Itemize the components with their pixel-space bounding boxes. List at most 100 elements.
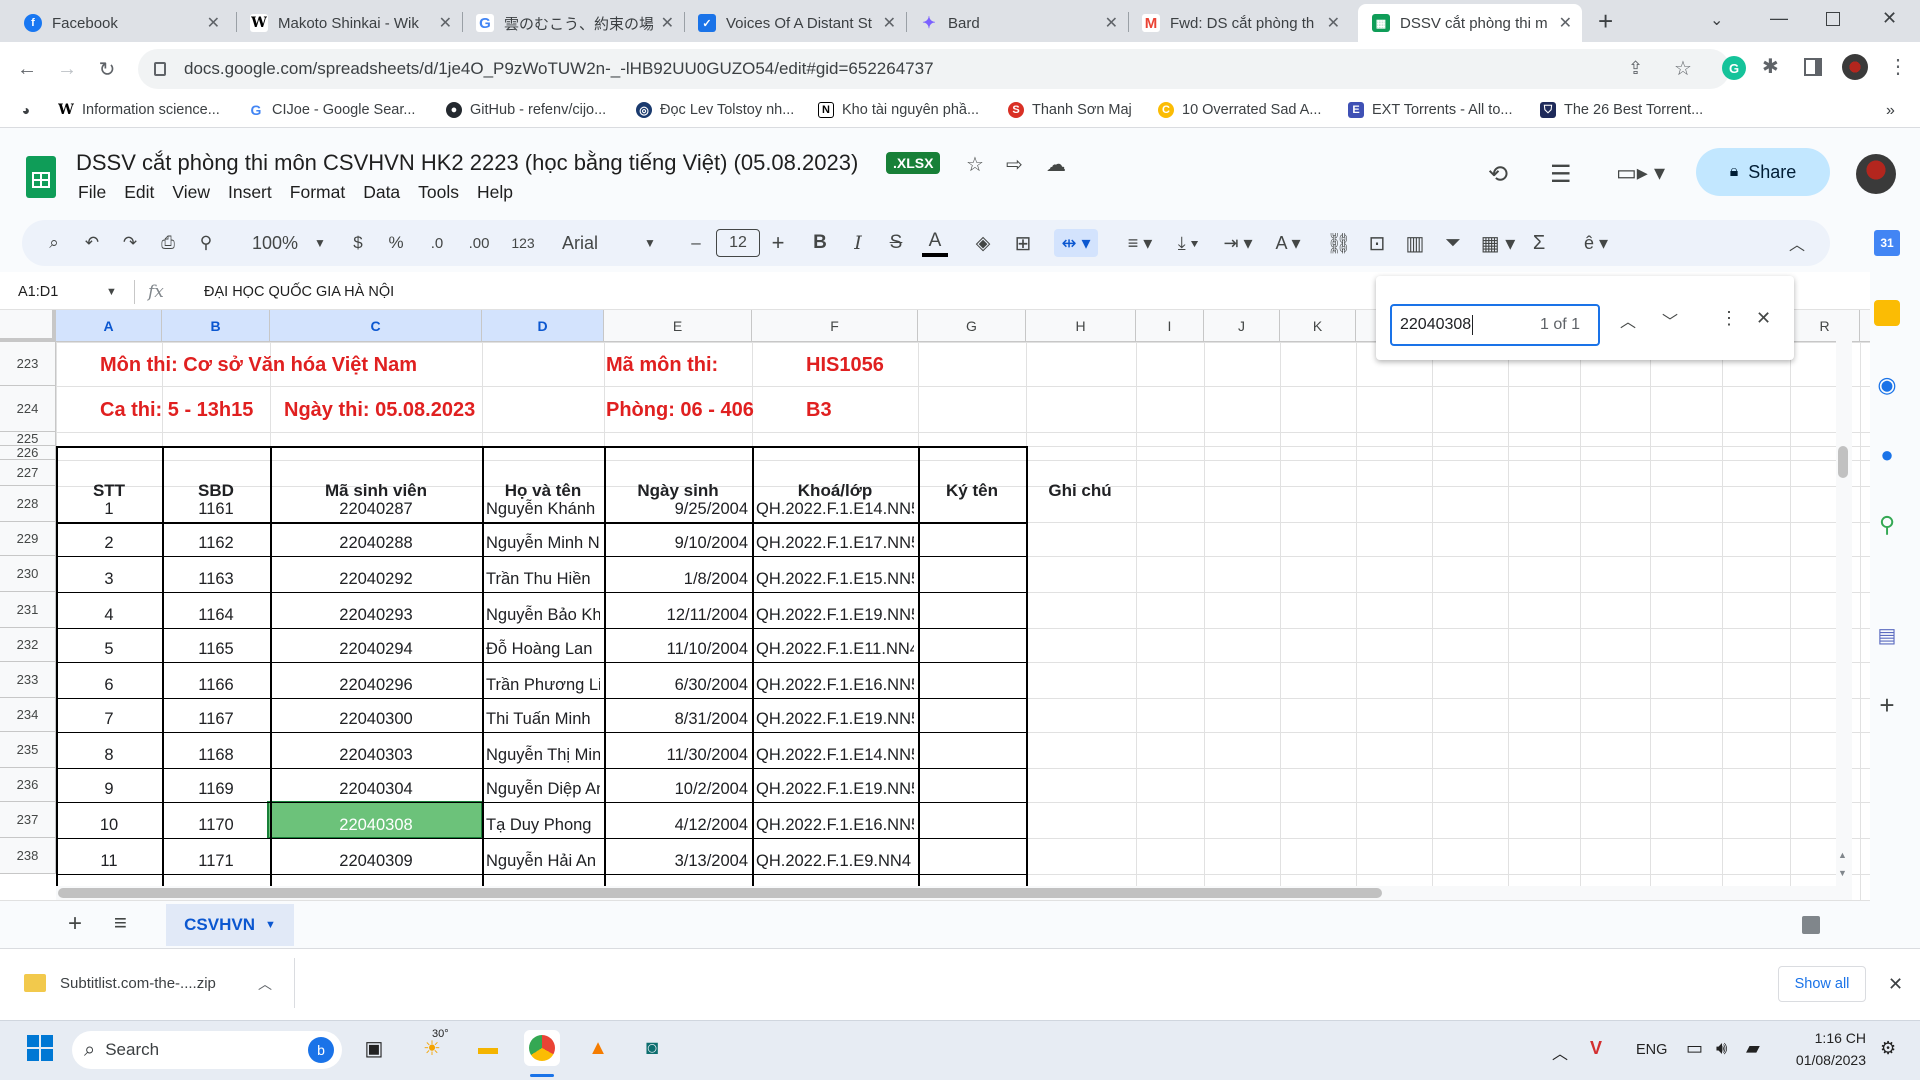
chevron-down-icon[interactable]: ▼: [310, 229, 330, 257]
table-cell[interactable]: Thi Tuấn Minh: [486, 698, 600, 732]
table-cell[interactable]: Nguyễn Bảo Khánh: [486, 592, 600, 628]
column-header-s[interactable]: S: [1860, 310, 1870, 342]
maps-icon[interactable]: ⚲: [1874, 512, 1900, 538]
app-icon[interactable]: ◙: [634, 1030, 670, 1066]
table-cell[interactable]: Nguyễn Thị Minh Ngọc: [486, 732, 600, 768]
table-cell[interactable]: 1171: [166, 838, 266, 874]
all-sheets-icon[interactable]: ≡: [114, 910, 127, 936]
find-previous-icon[interactable]: ︿: [1620, 308, 1636, 332]
table-cell[interactable]: 12/11/2004: [608, 592, 748, 628]
close-icon[interactable]: ✕: [207, 13, 220, 33]
tray-expand-icon[interactable]: ︿: [1552, 1040, 1568, 1064]
strikethrough-icon[interactable]: S: [884, 229, 908, 257]
row-header[interactable]: 225: [0, 431, 56, 446]
bold-icon[interactable]: B: [808, 229, 832, 257]
table-cell[interactable]: Nguyễn Hải An: [486, 838, 600, 874]
bookmark-item[interactable]: ◎ Đọc Lev Tolstoy nh...: [636, 102, 794, 118]
tab-google-search[interactable]: G 雲のむこう、約束の場所 ✕: [462, 4, 684, 42]
table-cell[interactable]: 22040287: [274, 486, 478, 522]
row-header[interactable]: 231: [0, 592, 56, 628]
vertical-scrollbar[interactable]: [1836, 310, 1852, 900]
apps-icon[interactable]: ◕: [18, 102, 42, 118]
tab-facebook[interactable]: f Facebook ✕: [10, 4, 230, 42]
spreadsheet-grid[interactable]: ABCDEFGHIJKLMNOPQRS 22322422522622722822…: [0, 310, 1870, 900]
currency-format-button[interactable]: $: [348, 229, 368, 257]
explore-icon[interactable]: [1802, 916, 1820, 934]
table-cell[interactable]: 1163: [166, 556, 266, 592]
paint-format-icon[interactable]: ⚲: [194, 229, 218, 257]
row-header[interactable]: 223: [0, 342, 56, 386]
increase-decimal-button[interactable]: .00: [462, 229, 496, 257]
row-header[interactable]: 226: [0, 445, 56, 460]
merge-cells-icon[interactable]: ⇹ ▾: [1054, 229, 1098, 257]
table-cell[interactable]: 1161: [166, 486, 266, 522]
menu-kebab-icon[interactable]: ⋮: [1888, 54, 1908, 79]
table-cell[interactable]: QH.2022.F.1.E17.NN5: [756, 522, 914, 556]
table-cell[interactable]: 4/12/2004: [608, 802, 748, 838]
percent-format-button[interactable]: %: [386, 229, 406, 257]
table-cell[interactable]: 9: [60, 768, 158, 802]
table-cell[interactable]: 22040308: [274, 802, 478, 838]
tab-bard[interactable]: ✦ Bard ✕: [906, 4, 1128, 42]
bookmark-star-icon[interactable]: ☆: [1674, 56, 1692, 81]
table-cell[interactable]: 9/25/2004: [608, 486, 748, 522]
tab-sheets-active[interactable]: ▦ DSSV cắt phòng thi m ✕: [1358, 4, 1582, 42]
table-cell[interactable]: 1168: [166, 732, 266, 768]
row-header[interactable]: 228: [0, 486, 56, 522]
column-header-f[interactable]: F: [752, 310, 918, 342]
cloud-saved-icon[interactable]: ☁: [1046, 152, 1066, 177]
table-cell[interactable]: 1/8/2004: [608, 556, 748, 592]
calendar-icon[interactable]: 31: [1874, 230, 1900, 256]
taskbar-search[interactable]: ⌕ Search b: [72, 1031, 342, 1069]
vlc-icon[interactable]: ▲: [580, 1030, 616, 1066]
tab-voices[interactable]: ✓ Voices Of A Distant St ✕: [684, 4, 906, 42]
table-cell[interactable]: 11/30/2004: [608, 732, 748, 768]
name-box[interactable]: A1:D1: [18, 284, 58, 300]
network-icon[interactable]: ▭: [1686, 1038, 1703, 1059]
grammarly-icon[interactable]: G: [1722, 56, 1746, 80]
row-header[interactable]: 230: [0, 556, 56, 592]
bookmark-item[interactable]: G CIJoe - Google Sear...: [248, 102, 415, 118]
bookmark-item[interactable]: ⛉ The 26 Best Torrent...: [1540, 102, 1703, 118]
minimize-icon[interactable]: —: [1770, 8, 1788, 29]
new-tab-icon[interactable]: +: [1598, 6, 1613, 37]
tab-wikipedia[interactable]: W Makoto Shinkai - Wik ✕: [236, 4, 462, 42]
column-header-a[interactable]: A: [56, 310, 162, 342]
table-cell[interactable]: 22040300: [274, 698, 478, 732]
horizontal-align-icon[interactable]: ≡ ▾: [1120, 229, 1160, 257]
menu-insert[interactable]: Insert: [228, 182, 272, 203]
filter-icon[interactable]: ⏷: [1440, 229, 1466, 257]
download-filename[interactable]: Subtitlist.com-the-....zip: [60, 975, 216, 992]
meet-icon[interactable]: ▭▸ ▾: [1616, 160, 1665, 186]
download-menu-icon[interactable]: ︿: [258, 974, 272, 994]
chrome-icon[interactable]: [524, 1030, 560, 1066]
close-icon[interactable]: ✕: [883, 13, 896, 33]
close-icon[interactable]: ✕: [661, 13, 674, 33]
find-input[interactable]: 22040308 1 of 1: [1390, 304, 1600, 346]
column-header-e[interactable]: E: [604, 310, 752, 342]
close-icon[interactable]: ✕: [1105, 13, 1118, 33]
column-header-g[interactable]: G: [918, 310, 1026, 342]
table-cell[interactable]: 22040288: [274, 522, 478, 556]
notifications-icon[interactable]: ⚙: [1880, 1038, 1896, 1059]
find-options-icon[interactable]: ⋮: [1720, 308, 1738, 329]
number-format-button[interactable]: 123: [506, 229, 540, 257]
table-cell[interactable]: Trần Thu Hiền: [486, 556, 600, 592]
table-cell[interactable]: 8/31/2004: [608, 698, 748, 732]
file-explorer-icon[interactable]: ▬: [470, 1030, 506, 1066]
select-all-corner[interactable]: [0, 310, 56, 342]
table-cell[interactable]: 22040303: [274, 732, 478, 768]
row-header[interactable]: 235: [0, 732, 56, 768]
table-cell[interactable]: 4: [60, 592, 158, 628]
document-title[interactable]: DSSV cắt phòng thi môn CSVHVN HK2 2223 (…: [76, 150, 858, 176]
table-cell[interactable]: 6: [60, 662, 158, 698]
maximize-icon[interactable]: [1826, 12, 1840, 26]
table-cell[interactable]: 10/2/2004: [608, 768, 748, 802]
menu-view[interactable]: View: [172, 182, 210, 203]
zoom-select[interactable]: 100%: [240, 229, 310, 257]
table-cell[interactable]: 22040304: [274, 768, 478, 802]
horizontal-scroll-thumb[interactable]: [58, 888, 1382, 898]
tab-search-icon[interactable]: ⌄: [1710, 10, 1723, 30]
row-header[interactable]: 234: [0, 698, 56, 732]
table-cell[interactable]: 1166: [166, 662, 266, 698]
